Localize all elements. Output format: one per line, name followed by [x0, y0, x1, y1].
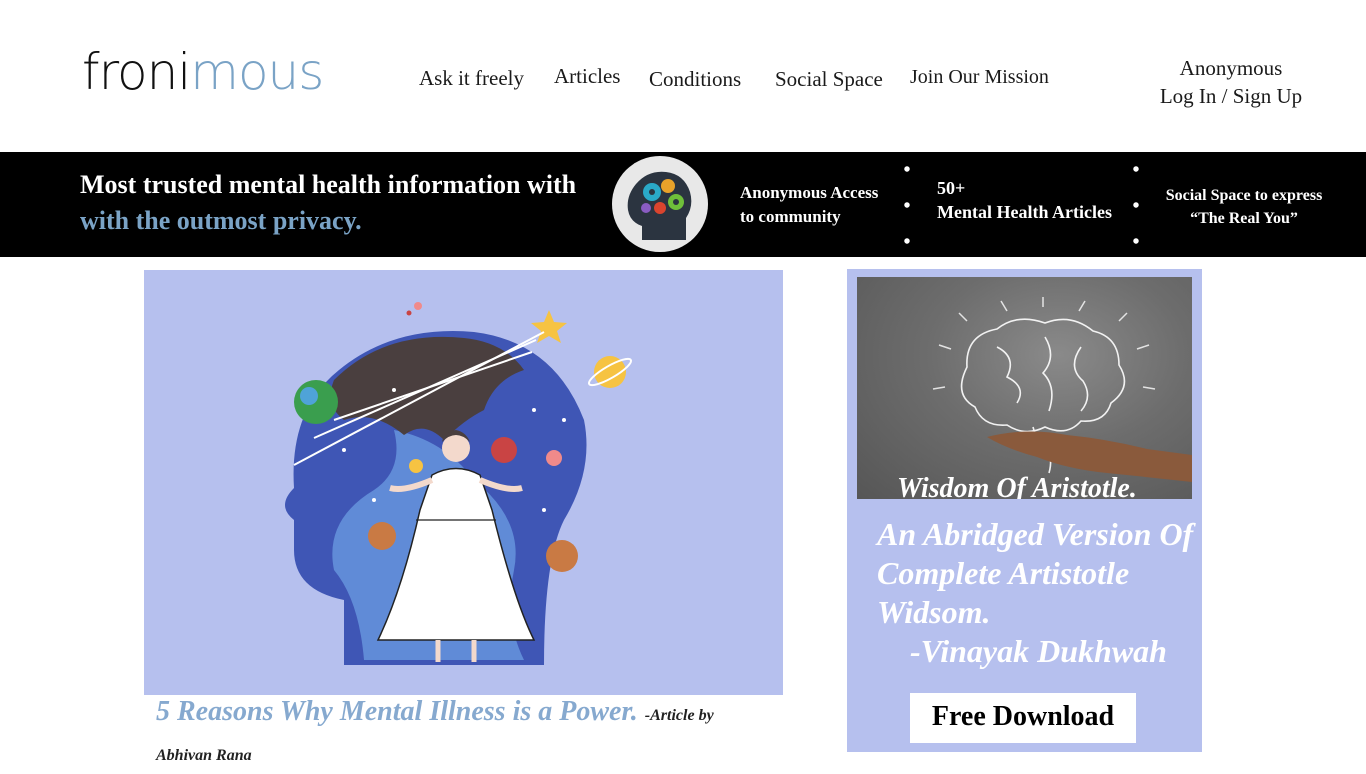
banner-tagline-line-2: with the outmost privacy. — [80, 206, 362, 235]
feature-anonymous-line-2: to community — [740, 207, 841, 226]
book-promo-card: Wisdom Of Aristotle. An Abridged Version… — [847, 269, 1202, 752]
nav-ask-it-freely[interactable]: Ask it freely — [419, 66, 524, 91]
photo-caption: Wisdom Of Aristotle. — [897, 473, 1137, 499]
feature-articles-count: 50+ Mental Health Articles — [937, 176, 1112, 224]
brain-gears-icon — [612, 156, 708, 252]
divider-dots: • • • — [903, 159, 911, 253]
article-title[interactable]: 5 Reasons Why Mental Illness is a Power.… — [156, 694, 756, 774]
promo-author: -Vinayak Dukhwah — [910, 633, 1167, 669]
article-title-text[interactable]: 5 Reasons Why Mental Illness is a Power. — [156, 696, 638, 727]
auth-block: Anonymous Log In / Sign Up — [1140, 54, 1322, 110]
article-hero-image[interactable] — [144, 270, 783, 695]
nav-social-space[interactable]: Social Space — [775, 67, 883, 92]
feature-anonymous-line-1: Anonymous Access — [740, 183, 879, 202]
feature-articles-line-2: Mental Health Articles — [937, 202, 1112, 222]
login-signup-link[interactable]: Log In / Sign Up — [1140, 82, 1322, 110]
promo-text: An Abridged Version Of Complete Artistot… — [877, 515, 1197, 671]
trust-banner: Most trusted mental health information w… — [0, 152, 1366, 257]
logo-part-1: froni — [82, 43, 191, 101]
logo-part-2: mous — [190, 43, 324, 101]
meditation-illustration — [285, 302, 632, 665]
feature-articles-line-1: 50+ — [937, 178, 966, 198]
brain-hand-photo: Wisdom Of Aristotle. — [857, 277, 1192, 499]
free-download-button[interactable]: Free Download — [910, 693, 1136, 743]
anonymous-user-label: Anonymous — [1179, 56, 1283, 80]
divider-dots: • • • — [1132, 159, 1140, 253]
feature-social-line-1: Social Space to express — [1165, 187, 1323, 204]
feature-social-line-2: “The Real You” — [1190, 210, 1298, 227]
nav-conditions[interactable]: Conditions — [649, 67, 741, 92]
banner-tagline-line-1: Most trusted mental health information w… — [80, 170, 577, 199]
logo[interactable]: fronimous — [82, 42, 324, 102]
promo-description: An Abridged Version Of Complete Artistot… — [877, 516, 1194, 630]
nav-join-our-mission[interactable]: Join Our Mission — [910, 66, 1049, 89]
glowing-brain-icon — [932, 297, 1192, 482]
nav-articles[interactable]: Articles — [554, 64, 620, 89]
feature-social-space: Social Space to express “The Real You” — [1158, 184, 1330, 230]
feature-anonymous-access: Anonymous Access to community — [740, 181, 878, 229]
